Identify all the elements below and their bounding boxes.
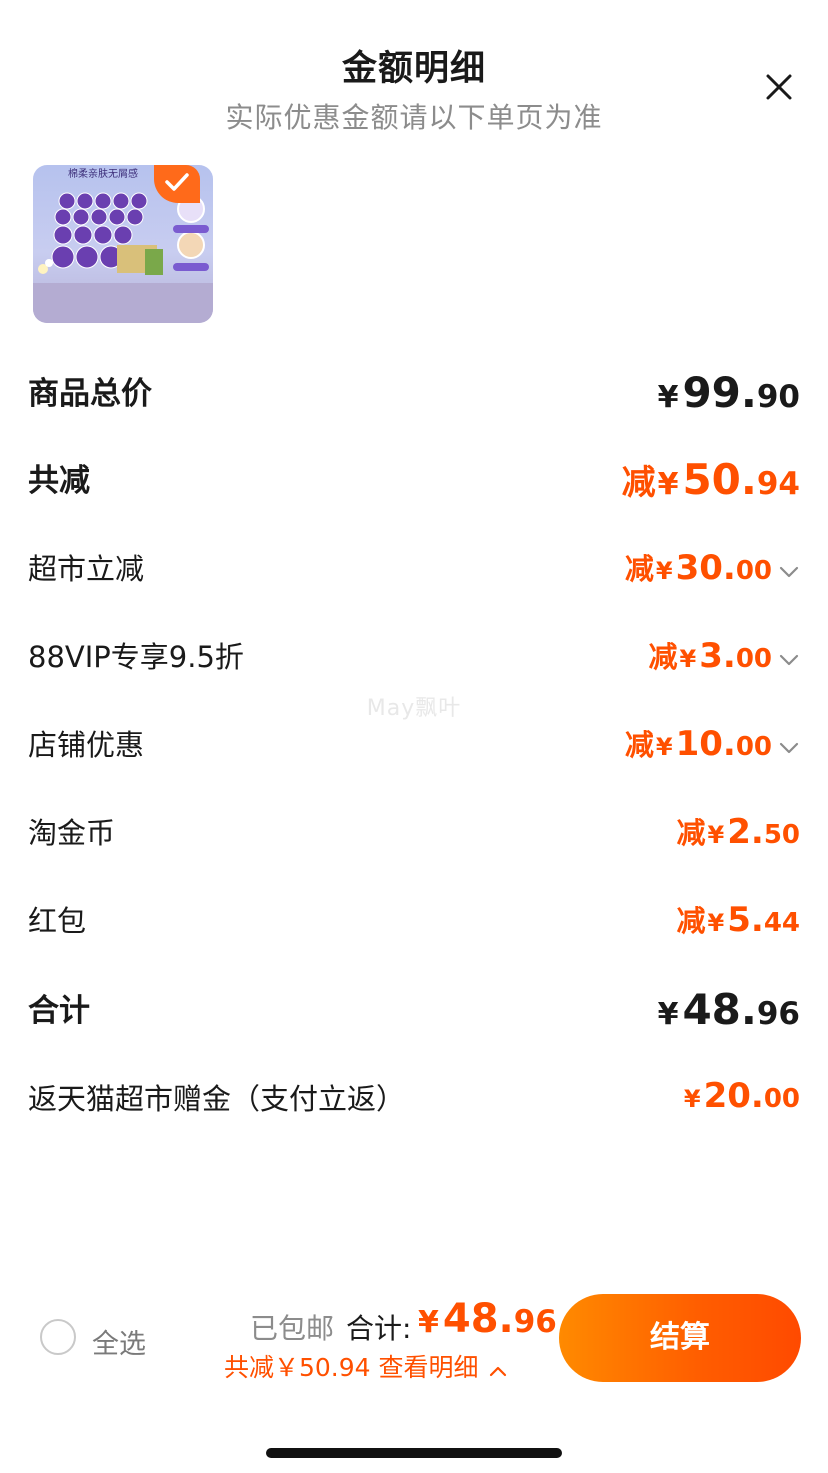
total-reduction-value: 减¥50.94 [621,455,800,504]
sheet-title: 金额明细 [341,49,486,89]
checkout-button[interactable]: 结算 [559,1294,801,1382]
discount-label: 红包 [28,904,87,938]
discount-value: 减¥10.00 [625,722,800,764]
footer-total-value: ¥48.96 [418,1296,557,1342]
select-all-radio[interactable] [40,1319,76,1355]
row-grand-total: 合计 ¥48.96 [28,985,800,1035]
discount-value: 减¥5.44 [676,900,800,940]
free-shipping-label: 已包邮 [250,1312,335,1345]
total-price-value: ¥99.90 [657,368,800,417]
view-details-link[interactable]: 共减￥50.94 查看明细 [224,1348,508,1384]
discount-label: 淘金币 [28,816,116,850]
row-total-reduction: 共减 减¥50.94 [28,455,800,505]
rebate-label: 返天猫超市赠金（支付立返） [28,1082,406,1116]
watermark: May飘叶 [366,696,462,721]
discount-row-store[interactable]: 店铺优惠 减¥10.00 [28,722,800,766]
discount-label: 88VIP专享9.5折 [28,640,244,674]
discount-row-supermarket[interactable]: 超市立减 减¥30.00 [28,546,800,590]
chevron-down-icon[interactable] [772,740,800,759]
discount-value: 减¥2.50 [676,812,800,852]
close-icon[interactable] [758,66,800,108]
chevron-down-icon[interactable] [772,564,800,583]
row-rebate: 返天猫超市赠金（支付立返） ¥20.00 [28,1076,800,1120]
discount-row-88vip[interactable]: 88VIP专享9.5折 减¥3.00 [28,634,800,678]
discount-row-redpacket: 红包 减¥5.44 [28,898,800,942]
grand-total-value: ¥48.96 [657,985,800,1034]
total-reduction-label: 共减 [28,463,90,499]
rebate-value: ¥20.00 [683,1076,800,1116]
amount-detail-sheet: 金额明细 实际优惠金额请以下单页为准 棉柔亲肤无屑感 商品总价 ¥99.90 共… [0,0,828,1473]
total-price-label: 商品总价 [28,376,152,412]
row-total-price: 商品总价 ¥99.90 [28,368,800,418]
discount-label: 店铺优惠 [28,728,145,762]
sheet-subtitle: 实际优惠金额请以下单页为准 [225,101,603,134]
discount-row-coins: 淘金币 减¥2.50 [28,810,800,854]
discount-label: 超市立减 [28,552,145,586]
discount-value: 减¥3.00 [649,634,800,676]
home-indicator[interactable] [266,1448,562,1458]
chevron-down-icon[interactable] [772,652,800,671]
discount-value: 减¥30.00 [625,546,800,588]
grand-total-label: 合计 [28,993,90,1029]
footer-total-label: 合计: [346,1312,412,1345]
chevron-up-icon [488,1355,508,1384]
select-all-label[interactable]: 全选 [92,1322,146,1361]
